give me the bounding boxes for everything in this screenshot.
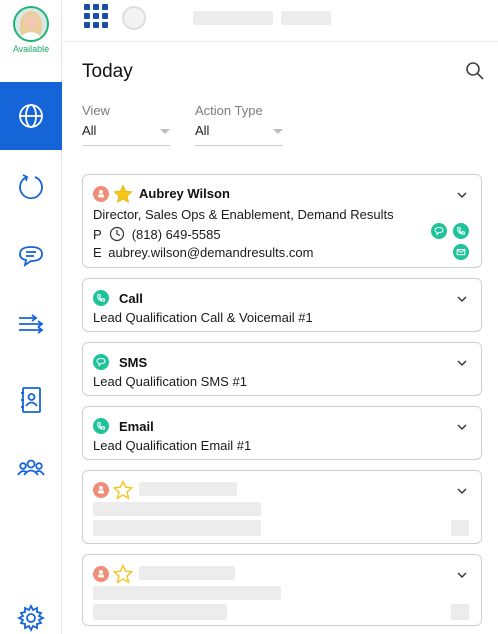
task-card-sms[interactable]: SMS Lead Qualification SMS #1 (82, 342, 482, 396)
contact-card[interactable]: Aubrey Wilson Director, Sales Ops & Enab… (82, 174, 482, 268)
sidebar: Available (0, 0, 62, 634)
loading-card (82, 554, 482, 626)
phone-icon (93, 418, 109, 434)
task-type: SMS (119, 355, 148, 370)
sms-action-icon[interactable] (431, 223, 447, 239)
task-description: Lead Qualification Call & Voicemail #1 (93, 310, 313, 325)
action-type-filter[interactable]: Action Type All (195, 103, 283, 146)
page-title: Today (82, 61, 133, 82)
settings-gear-icon (16, 603, 46, 633)
nav-teams[interactable] (0, 434, 62, 502)
clock-icon (109, 226, 125, 242)
star-outline-icon[interactable] (113, 480, 133, 500)
task-description: Lead Qualification Email #1 (93, 438, 252, 453)
skeleton-block (451, 604, 469, 620)
task-type: Email (119, 419, 154, 434)
globe-icon (19, 104, 43, 128)
skeleton-block (451, 520, 469, 536)
chevron-down-icon[interactable] (160, 129, 170, 134)
chevron-down-icon[interactable] (457, 358, 467, 368)
skeleton-line (139, 482, 237, 496)
priority-icon (93, 482, 109, 498)
phone-prefix: P (93, 227, 102, 242)
priority-icon (93, 186, 109, 202)
chat-icon (19, 246, 43, 267)
nav-contacts[interactable] (0, 366, 62, 434)
nav-globe[interactable] (0, 82, 62, 150)
arrows-icon (19, 314, 44, 334)
contact-phone[interactable]: (818) 649-5585 (132, 227, 221, 242)
people-icon (17, 459, 45, 476)
user-status[interactable]: Available (8, 6, 54, 54)
chevron-down-icon[interactable] (457, 570, 467, 580)
chevron-down-icon[interactable] (273, 129, 283, 134)
skeleton-line (139, 566, 235, 580)
apps-grid-icon[interactable] (84, 4, 108, 28)
view-filter-label: View (82, 103, 110, 118)
chevron-down-icon[interactable] (457, 422, 467, 432)
header-placeholder (193, 11, 273, 25)
action-type-filter-label: Action Type (195, 103, 263, 118)
refresh-icon (19, 174, 43, 200)
nav-settings[interactable] (0, 584, 62, 634)
skeleton-line (93, 520, 261, 536)
task-card-email[interactable]: Email Lead Qualification Email #1 (82, 406, 482, 460)
loading-card (82, 470, 482, 544)
star-icon[interactable] (113, 184, 133, 204)
view-filter[interactable]: View All (82, 103, 170, 146)
nav-refresh[interactable] (0, 152, 62, 220)
email-prefix: E (93, 245, 102, 260)
availability-status: Available (12, 44, 50, 54)
avatar[interactable] (13, 6, 49, 42)
action-type-filter-value[interactable]: All (195, 123, 283, 138)
chevron-down-icon[interactable] (457, 294, 467, 304)
nav-sequences[interactable] (0, 290, 62, 358)
phone-icon (93, 290, 109, 306)
task-card-call[interactable]: Call Lead Qualification Call & Voicemail… (82, 278, 482, 332)
skeleton-line (93, 604, 227, 620)
contact-name[interactable]: Aubrey Wilson (139, 186, 230, 201)
search-icon[interactable] (465, 61, 485, 81)
chevron-down-icon[interactable] (457, 190, 467, 200)
top-bar (62, 0, 498, 42)
chevron-down-icon[interactable] (457, 486, 467, 496)
task-type: Call (119, 291, 143, 306)
star-outline-icon[interactable] (113, 564, 133, 584)
skeleton-line (93, 586, 281, 600)
priority-icon (93, 566, 109, 582)
contact-title: Director, Sales Ops & Enablement, Demand… (93, 207, 394, 222)
task-description: Lead Qualification SMS #1 (93, 374, 247, 389)
view-filter-value[interactable]: All (82, 123, 170, 138)
status-circle-icon[interactable] (122, 6, 146, 30)
contact-phone-row: P (818) 649-5585 (93, 226, 221, 242)
contact-email-row: E aubrey.wilson@demandresults.com (93, 245, 313, 260)
sms-icon (93, 354, 109, 370)
contact-email[interactable]: aubrey.wilson@demandresults.com (108, 245, 313, 260)
call-action-icon[interactable] (453, 223, 469, 239)
contact-card-icon (21, 387, 41, 413)
header-placeholder (281, 11, 331, 25)
nav-chat[interactable] (0, 222, 62, 290)
email-action-icon[interactable] (453, 244, 469, 260)
skeleton-line (93, 502, 261, 516)
